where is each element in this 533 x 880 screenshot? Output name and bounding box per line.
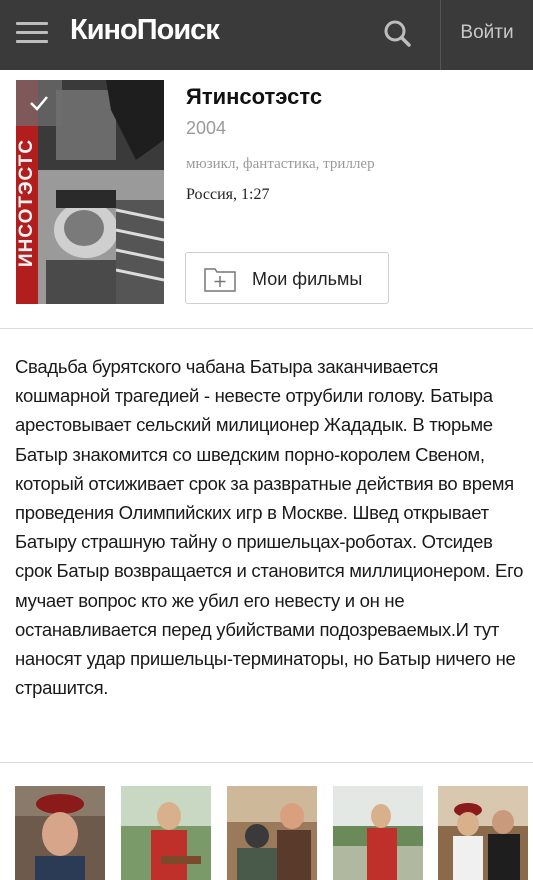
- movie-still-thumbnail[interactable]: [121, 786, 211, 880]
- movie-year: 2004: [186, 118, 227, 138]
- movie-genres: мюзикл, фантастика, триллер: [186, 156, 375, 172]
- poster-title-text: ИНСОТЭСТС: [16, 138, 37, 268]
- top-navigation-bar: КиноПоиск Войти: [0, 0, 533, 70]
- movie-title: Ятинсотэстс: [186, 84, 323, 109]
- movie-still-thumbnail[interactable]: [227, 786, 317, 880]
- movie-description: Свадьба бурятского чабана Батыра заканчи…: [15, 356, 524, 699]
- section-divider: [0, 762, 533, 763]
- kinopoisk-logo[interactable]: КиноПоиск: [70, 14, 220, 47]
- login-button[interactable]: Войти: [441, 0, 533, 70]
- section-divider: [0, 328, 533, 329]
- watched-check-badge[interactable]: [16, 80, 62, 126]
- check-icon: [30, 96, 48, 111]
- hamburger-menu-icon[interactable]: [16, 21, 48, 45]
- movie-country-duration: Россия, 1:27: [186, 186, 270, 203]
- movie-still-thumbnail[interactable]: [438, 786, 528, 880]
- folder-plus-icon: [204, 268, 236, 292]
- add-to-my-films-label: Мои фильмы: [252, 269, 363, 289]
- movie-still-thumbnail[interactable]: [333, 786, 423, 880]
- movie-still-thumbnail[interactable]: [15, 786, 105, 880]
- add-to-my-films-button[interactable]: Мои фильмы: [185, 252, 389, 304]
- search-icon[interactable]: [380, 16, 416, 52]
